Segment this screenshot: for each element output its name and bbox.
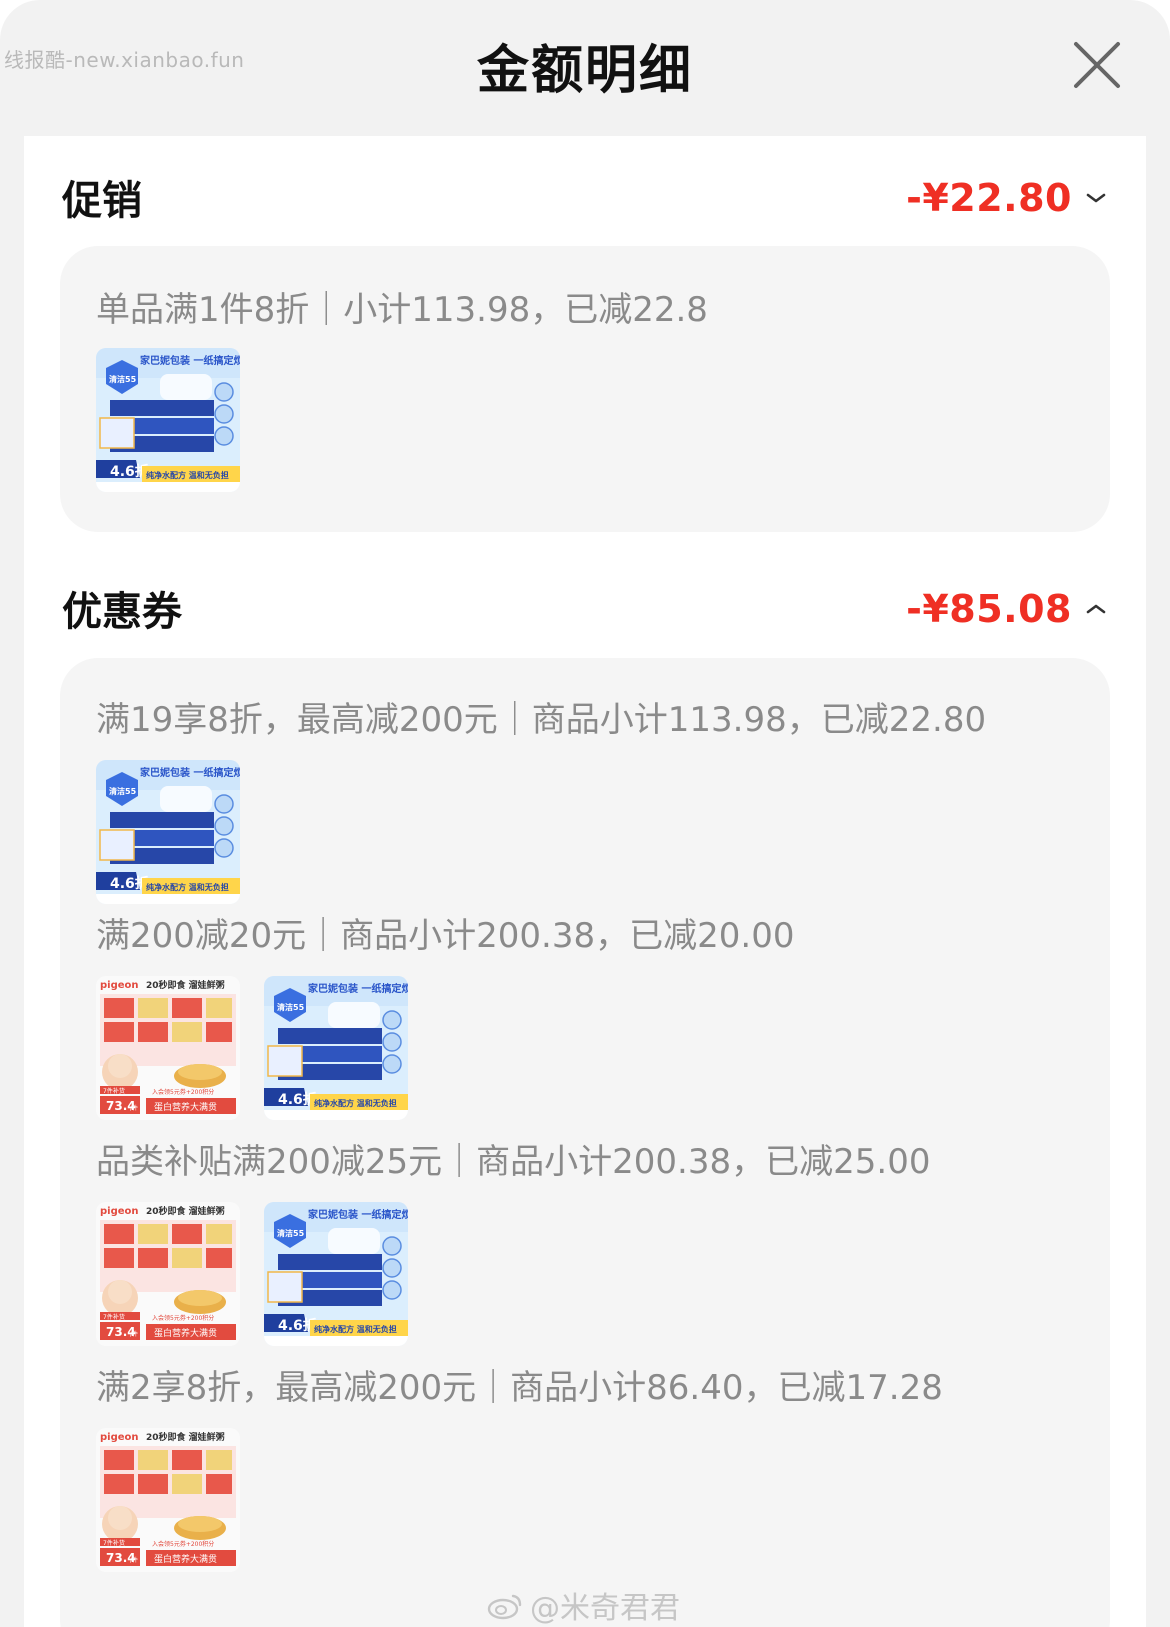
porridge-brand: pigeon [100, 980, 139, 991]
amount-detail-sheet: 线报酷-new.xianbao.fun 金额明细 促销 -¥22.80 单品满1… [0, 0, 1170, 1627]
wipes-badge: 清洁55 [277, 1228, 305, 1238]
porridge-badge: 7件补货 [103, 1313, 125, 1321]
porridge-headline: 20秒即食 溜娃鲜粥 [146, 1205, 225, 1217]
close-button[interactable] [1068, 36, 1126, 94]
porridge-headline: 20秒即食 溜娃鲜粥 [146, 979, 225, 991]
porridge-price-unit: /件 [130, 1104, 138, 1112]
wipes-strip: 纯净水配方 温和无负担 [146, 882, 229, 892]
coupon-amount: -¥85.08 [906, 587, 1072, 631]
chevron-up-icon [1086, 604, 1106, 614]
porridge-tag: 入会领5元券+200积分 [152, 1540, 214, 1548]
porridge-product-image: pigeon 20秒即食 溜娃鲜粥 7件补货 73.4 /件 入会领5元券+20… [96, 1428, 240, 1572]
wipes-banner: 家巴妮包装 一纸搞定烦恼 [140, 766, 240, 779]
wipes-banner: 家巴妮包装 一纸搞定烦恼 [308, 1208, 408, 1221]
porridge-brand: pigeon [100, 1206, 139, 1217]
porridge-price-unit: /件 [130, 1330, 138, 1338]
porridge-strip: 蛋白营养大满贯 [154, 1101, 217, 1113]
porridge-tag: 入会领5元券+200积分 [152, 1088, 214, 1096]
wipes-product-image: 家巴妮包装 一纸搞定烦恼 清洁55 4.6折 纯净水配方 温和无负担 [264, 976, 408, 1120]
close-icon [1074, 42, 1120, 88]
porridge-tag: 入会领5元券+200积分 [152, 1314, 214, 1322]
coupon-amount-toggle[interactable]: -¥85.08 [906, 587, 1108, 631]
product-thumb-wipes[interactable]: 家巴妮包装 一纸搞定烦恼 清洁55 4.6折 纯净水配方 温和无负担 [264, 1202, 408, 1346]
coupon-panel: 满19享8折，最高减200元｜商品小计113.98，已减22.80 家巴妮包装 … [60, 658, 1110, 1627]
coupon-rule-text-4: 满2享8折，最高减200元｜商品小计86.40，已减17.28 [96, 1368, 943, 1408]
wipes-badge: 清洁55 [109, 374, 137, 384]
porridge-strip: 蛋白营养大满贯 [154, 1327, 217, 1339]
porridge-product-image: pigeon 20秒即食 溜娃鲜粥 7件补货 73.4 /件 入会领5元券+20… [96, 1202, 240, 1346]
promo-amount-toggle[interactable]: -¥22.80 [906, 176, 1108, 220]
promo-panel: 单品满1件8折｜小计113.98，已减22.8 家巴妮包装 一纸搞定烦恼 清洁5… [60, 246, 1110, 532]
porridge-price-unit: /件 [130, 1556, 138, 1564]
wipes-badge: 清洁55 [109, 786, 137, 796]
footer-watermark: @米奇君君 [486, 1583, 680, 1627]
product-thumb-porridge[interactable]: pigeon 20秒即食 溜娃鲜粥 7件补货 73.4 /件 入会领5元券+20… [96, 1202, 240, 1346]
chevron-down-icon [1086, 193, 1106, 203]
product-thumb-wipes[interactable]: 家巴妮包装 一纸搞定烦恼 清洁55 4.6折 纯净水配方 温和无负担 [264, 976, 408, 1120]
product-thumb-porridge[interactable]: pigeon 20秒即食 溜娃鲜粥 7件补货 73.4 /件 入会领5元券+20… [96, 976, 240, 1120]
product-thumb-wipes[interactable]: 家巴妮包装 一纸搞定烦恼 清洁55 4.6折 纯净水配方 温和无负担 [96, 348, 240, 492]
promo-rule-text: 单品满1件8折｜小计113.98，已减22.8 [96, 290, 708, 330]
coupon-rule-text-1: 满19享8折，最高减200元｜商品小计113.98，已减22.80 [96, 700, 987, 740]
wipes-strip: 纯净水配方 温和无负担 [314, 1098, 397, 1108]
promo-amount: -¥22.80 [906, 176, 1072, 220]
porridge-badge: 7件补货 [103, 1087, 125, 1095]
wipes-product-image: 家巴妮包装 一纸搞定烦恼 清洁55 4.6折 纯净水配方 温和无负担 [96, 348, 240, 492]
wipes-product-image: 家巴妮包装 一纸搞定烦恼 清洁55 4.6折 纯净水配方 温和无负担 [264, 1202, 408, 1346]
wipes-badge: 清洁55 [277, 1002, 305, 1012]
coupon-rule-text-2: 满200减20元｜商品小计200.38，已减20.00 [96, 916, 795, 956]
coupon-rule-text-3: 品类补贴满200减25元｜商品小计200.38，已减25.00 [96, 1142, 931, 1182]
promo-section-title: 促销 [62, 178, 142, 224]
product-thumb-wipes[interactable]: 家巴妮包装 一纸搞定烦恼 清洁55 4.6折 纯净水配方 温和无负担 [96, 760, 240, 904]
porridge-product-image: pigeon 20秒即食 溜娃鲜粥 7件补货 73.4 /件 入会领5元券+20… [96, 976, 240, 1120]
porridge-badge: 7件补货 [103, 1539, 125, 1547]
porridge-brand: pigeon [100, 1432, 139, 1443]
wipes-banner: 家巴妮包装 一纸搞定烦恼 [140, 354, 240, 367]
wipes-strip: 纯净水配方 温和无负担 [314, 1324, 397, 1334]
weibo-icon [487, 1594, 522, 1620]
porridge-headline: 20秒即食 溜娃鲜粥 [146, 1431, 225, 1443]
wipes-product-image: 家巴妮包装 一纸搞定烦恼 清洁55 4.6折 纯净水配方 温和无负担 [96, 760, 240, 904]
footer-watermark-text: @米奇君君 [530, 1591, 680, 1626]
wipes-strip: 纯净水配方 温和无负担 [146, 470, 229, 480]
product-thumb-porridge[interactable]: pigeon 20秒即食 溜娃鲜粥 7件补货 73.4 /件 入会领5元券+20… [96, 1428, 240, 1572]
porridge-strip: 蛋白营养大满贯 [154, 1553, 217, 1565]
detail-card: 促销 -¥22.80 单品满1件8折｜小计113.98，已减22.8 家巴妮包装… [24, 136, 1146, 1627]
wipes-banner: 家巴妮包装 一纸搞定烦恼 [308, 982, 408, 995]
sheet-title: 金额明细 [476, 41, 693, 101]
coupon-section-title: 优惠券 [62, 589, 182, 635]
